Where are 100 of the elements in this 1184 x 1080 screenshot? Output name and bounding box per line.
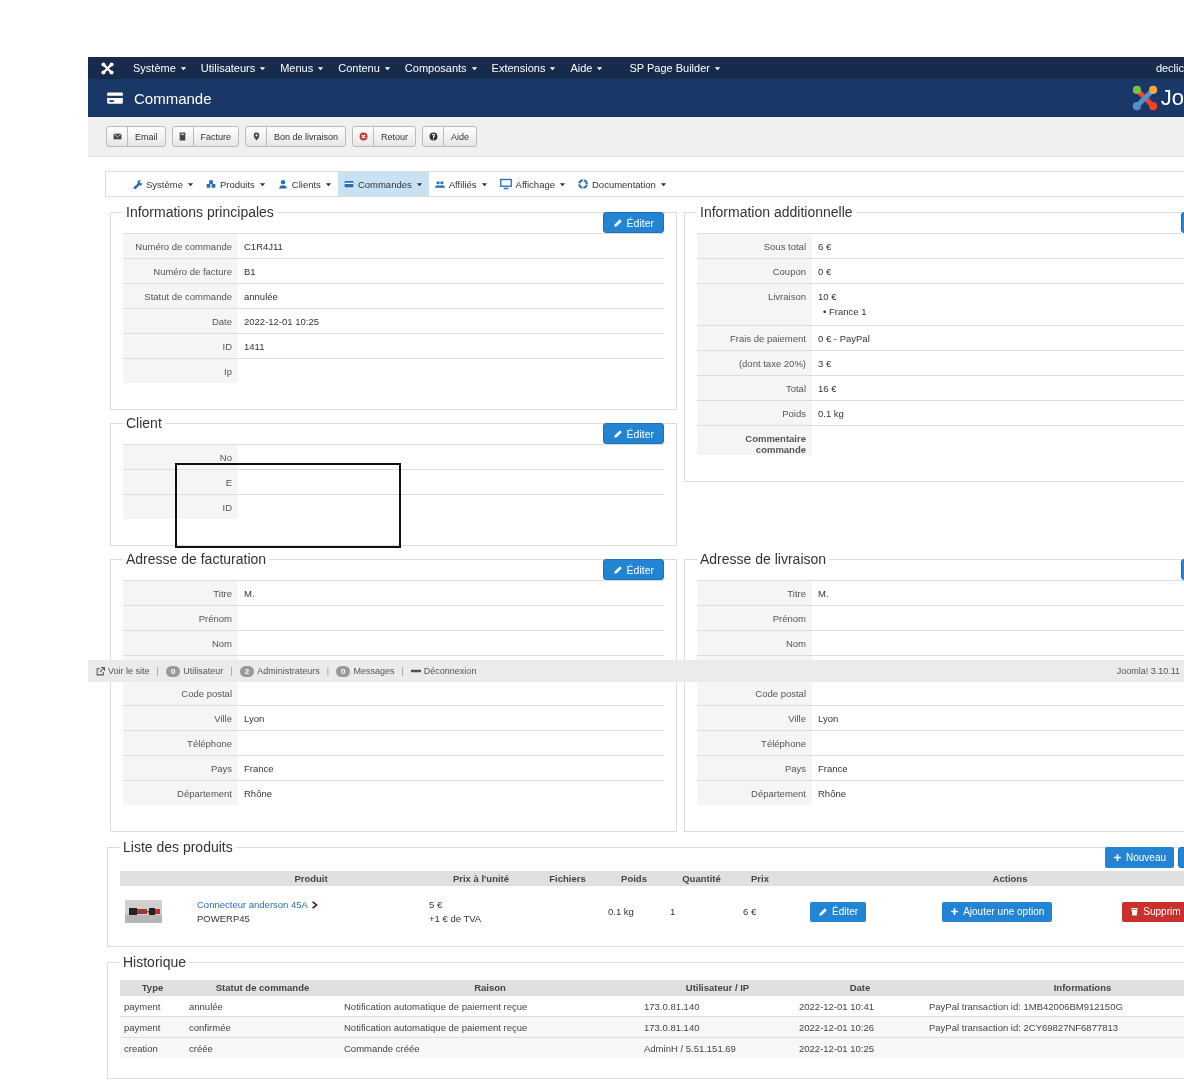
field-label: Sous total: [763, 241, 806, 252]
view-site-link[interactable]: Voir le site: [108, 666, 150, 676]
field-label: Coupon: [772, 266, 806, 277]
menu-tab[interactable]: Affichage: [493, 172, 572, 196]
user-name[interactable]: declic: [1155, 62, 1184, 74]
table-cell: Commande créée: [344, 1043, 420, 1054]
caret-down-icon: [549, 64, 557, 72]
toolbar-button[interactable]: Retour: [352, 126, 417, 147]
menu-item[interactable]: Menus: [273, 62, 332, 74]
field-value: Lyon: [244, 713, 265, 724]
menu-tab[interactable]: Commandes: [337, 172, 429, 196]
menu-tab[interactable]: Produits: [199, 172, 272, 196]
toolbar-button[interactable]: Facture: [171, 126, 240, 147]
pencil-icon: [612, 217, 623, 228]
table-cell: annulée: [189, 1001, 223, 1012]
field-label: Nom: [785, 638, 806, 649]
version-text: Joomla! 3.10.11: [1116, 666, 1180, 676]
card-icon: [343, 179, 354, 189]
field-value: 0 € - PayPal: [818, 333, 870, 344]
field-value: 0 €: [818, 266, 832, 277]
envelope-icon: [112, 132, 122, 141]
field-label: Code postal: [181, 688, 232, 699]
separator: |: [156, 666, 159, 676]
help-icon: [428, 132, 438, 141]
table-cell: payment: [124, 1001, 161, 1012]
chevron-right-icon: [310, 900, 319, 909]
field-label: Titre: [787, 588, 806, 599]
field-value: Rhône: [244, 788, 272, 799]
caret-down-icon: [559, 180, 566, 188]
menu-tab[interactable]: Documentation: [572, 172, 673, 196]
panel-title: Informations principales: [125, 204, 275, 220]
field-value: 16 €: [818, 383, 837, 394]
edit-button[interactable]: Éditer: [602, 423, 664, 444]
edit-button[interactable]: Éditer: [602, 559, 664, 580]
column-header: Prix: [751, 873, 769, 884]
separator: |: [230, 666, 233, 676]
field-label: E: [225, 477, 232, 488]
pencil-icon: [818, 906, 828, 917]
column-header: Produit: [294, 873, 328, 884]
caret-down-icon: [324, 180, 332, 188]
menu-item[interactable]: SP Page Builder: [622, 62, 728, 74]
caret-down-icon: [415, 180, 423, 188]
separator: |: [326, 666, 329, 676]
caret-down-icon: [470, 64, 478, 72]
table-cell: confirmée: [189, 1022, 231, 1033]
users-icon: [434, 179, 445, 189]
field-label: (dont taxe 20%): [738, 358, 806, 369]
menu-tab[interactable]: Système: [126, 172, 200, 196]
edit-button[interactable]: Éditer: [810, 901, 867, 922]
field-value: 3 €: [818, 358, 832, 369]
field-value: Lyon: [818, 713, 839, 724]
field-label: Ville: [788, 713, 806, 724]
field-label: Poids: [782, 408, 806, 419]
field-label: Département: [751, 788, 806, 799]
panel-title: Adresse de facturation: [125, 551, 268, 567]
status-label[interactable]: Utilisateur: [183, 666, 224, 676]
table-cell-text: 1: [670, 906, 677, 917]
table-cell: Notification automatique de paiement reçue: [344, 1001, 528, 1012]
add-option-button[interactable]: Ajouter une option: [942, 901, 1053, 922]
user-icon: [277, 179, 288, 189]
field-label: No: [219, 452, 232, 463]
caret-down-icon: [383, 64, 391, 72]
field-label: Numéro de facture: [153, 266, 232, 277]
panel-title: Information additionnelle: [699, 204, 854, 220]
joomla-icon: [100, 61, 114, 75]
menu-item[interactable]: Système: [126, 62, 194, 74]
panel-title: Adresse de livraison: [699, 551, 828, 567]
unit-price: 5 €: [429, 899, 444, 910]
count-badge: 0: [165, 665, 181, 677]
toolbar-button[interactable]: Email: [106, 126, 166, 147]
menu-tab[interactable]: Clients: [271, 172, 338, 196]
menu-item[interactable]: Aide: [563, 62, 611, 74]
menu-item[interactable]: Extensions: [484, 62, 564, 74]
edit-button[interactable]: Éditer: [602, 212, 664, 233]
field-label: Date: [211, 316, 232, 327]
field-label: Commentaire commande: [745, 433, 806, 455]
status-label[interactable]: Administrateurs: [257, 666, 320, 676]
menu-item[interactable]: Composants: [397, 62, 485, 74]
table-cell: Notification automatique de paiement reçue: [344, 1022, 528, 1033]
cubes-icon: [205, 179, 216, 189]
menu-item[interactable]: Utilisateurs: [193, 62, 274, 74]
table-cell: 173.0.81.140: [644, 1022, 700, 1033]
menu-tab[interactable]: Affiliés: [428, 172, 494, 196]
toolbar-button[interactable]: Bon de livraison: [245, 126, 347, 147]
toolbar-button[interactable]: Aide: [422, 126, 478, 147]
menu-item[interactable]: Contenu: [331, 62, 398, 74]
status-label[interactable]: Messages: [353, 666, 395, 676]
list-item: • France 1: [823, 306, 868, 317]
panel-title: Historique: [122, 954, 188, 970]
caret-down-icon: [186, 180, 194, 188]
logout-link[interactable]: Déconnexion: [423, 666, 477, 676]
field-label: Ville: [214, 713, 232, 724]
field-label: Livraison: [767, 291, 806, 302]
table-cell-text: 0.1 kg: [608, 906, 635, 917]
delete-button[interactable]: Supprim: [1122, 901, 1184, 922]
field-label: Code postal: [755, 688, 806, 699]
table-cell: PayPal transaction id: 2CY69827NF6877813: [929, 1022, 1119, 1033]
product-link[interactable]: Connecteur anderson 45A: [197, 899, 427, 910]
caret-down-icon: [258, 180, 266, 188]
new-button[interactable]: Nouveau: [1104, 847, 1174, 868]
